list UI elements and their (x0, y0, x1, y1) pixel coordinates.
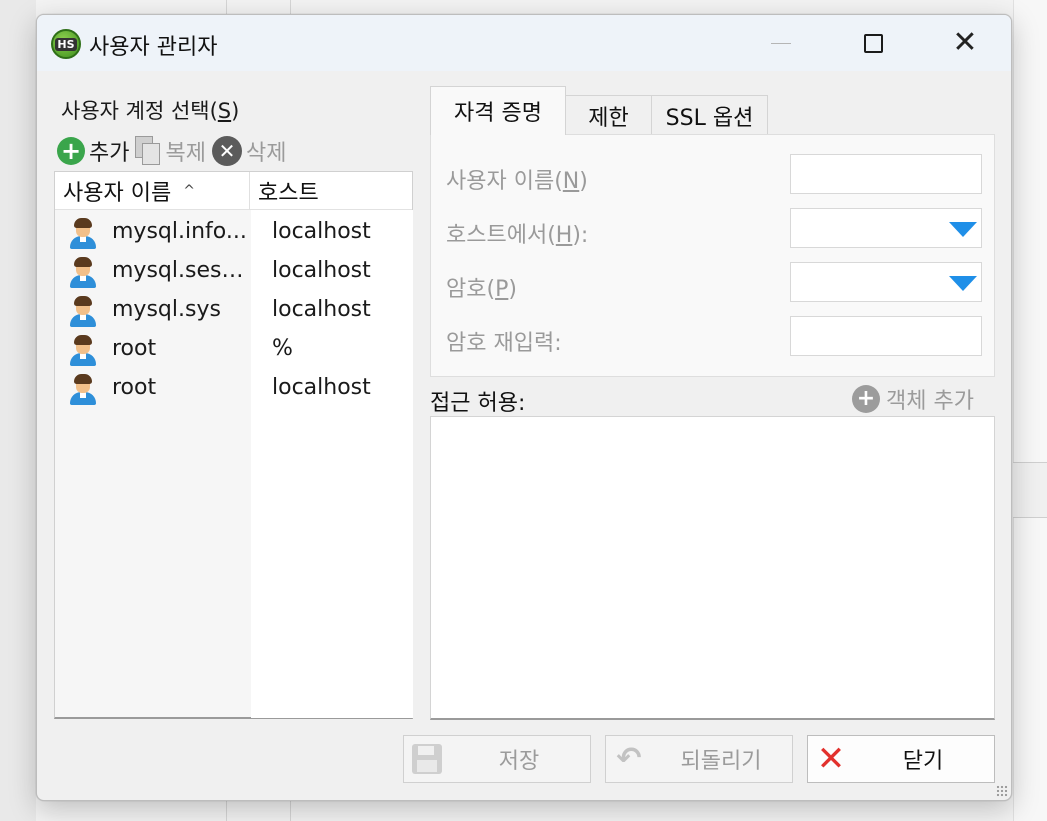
maximize-button[interactable] (827, 15, 919, 71)
background-right-box (1013, 462, 1047, 518)
undo-icon: ↶ (616, 741, 642, 776)
minimize-icon (771, 42, 791, 44)
save-button[interactable]: 저장 (403, 735, 591, 783)
close-window-button[interactable]: ✕ (919, 15, 1011, 71)
dropdown-arrow-icon (949, 276, 977, 291)
app-logo-icon: HS (51, 29, 81, 59)
password-dropdown[interactable] (790, 262, 982, 302)
user-host: localhost (272, 219, 371, 244)
tab-limits[interactable]: 제한 (566, 95, 652, 135)
host-label: 호스트에서(H): (446, 223, 589, 248)
user-host: localhost (272, 375, 371, 400)
host-dropdown[interactable] (790, 208, 982, 248)
user-name: mysql.info... (112, 219, 247, 244)
confirm-password-label: 암호 재입력: (446, 331, 562, 356)
close-button[interactable]: ✕ 닫기 (807, 735, 995, 783)
user-icon (68, 373, 98, 405)
maximize-icon (863, 33, 883, 53)
access-label: 접근 허용: (430, 391, 526, 416)
tab-ssl-options[interactable]: SSL 옵션 (651, 95, 768, 135)
password-label: 암호(P) (446, 277, 517, 302)
user-manager-dialog: HS 사용자 관리자 ✕ 사용자 계정 선택(S) + 추가 복제 ✕ 삭제 사… (36, 14, 1012, 801)
user-row[interactable]: mysql.sys localhost (55, 292, 412, 331)
column-header-host[interactable]: 호스트 (250, 172, 413, 210)
user-row[interactable]: root % (55, 331, 412, 370)
dropdown-arrow-icon (949, 222, 977, 237)
user-name: mysql.sys (112, 297, 221, 322)
credentials-panel: 사용자 이름(N) 호스트에서(H): 암호(P) 암호 재입력: (430, 134, 995, 377)
user-list-header: 사용자 이름 ^ 호스트 (55, 172, 412, 210)
user-rows: mysql.info... localhost mysql.sessi... l… (55, 214, 412, 409)
user-list[interactable]: 사용자 이름 ^ 호스트 mysql.info... localhost mysq… (54, 171, 413, 719)
user-icon (68, 217, 98, 249)
minimize-button[interactable] (735, 15, 827, 71)
user-name: root (112, 336, 157, 361)
add-user-button[interactable]: + 추가 (57, 135, 129, 167)
user-toolbar: + 추가 복제 ✕ 삭제 (57, 134, 292, 168)
user-name: root (112, 375, 157, 400)
confirm-password-input[interactable] (790, 316, 982, 356)
plus-icon: + (57, 137, 85, 165)
plus-icon: + (852, 385, 880, 413)
close-icon: ✕ (952, 25, 978, 60)
tab-credentials[interactable]: 자격 증명 (430, 86, 566, 135)
user-icon (68, 334, 98, 366)
user-host: localhost (272, 258, 371, 283)
copy-icon (135, 136, 161, 166)
delete-icon: ✕ (211, 136, 242, 166)
user-icon (68, 295, 98, 327)
column-header-username[interactable]: 사용자 이름 ^ (55, 172, 250, 210)
add-object-button[interactable]: + 객체 추가 (852, 383, 974, 415)
username-input[interactable] (790, 154, 982, 194)
username-label: 사용자 이름(N) (446, 169, 588, 194)
clone-user-button[interactable]: 복제 (135, 135, 206, 167)
revert-button[interactable]: ↶ 되돌리기 (605, 735, 793, 783)
user-name: mysql.sessi... (112, 258, 250, 283)
window-title: 사용자 관리자 (89, 35, 218, 60)
title-bar[interactable]: HS 사용자 관리자 ✕ (37, 15, 1011, 71)
resize-grip-icon[interactable] (996, 785, 1008, 797)
access-list[interactable] (430, 416, 995, 720)
user-account-label: 사용자 계정 선택(S) (61, 99, 240, 123)
background-right-panel (1013, 0, 1047, 821)
user-row[interactable]: mysql.info... localhost (55, 214, 412, 253)
user-host: localhost (272, 297, 371, 322)
user-row[interactable]: root localhost (55, 370, 412, 409)
red-x-icon: ✕ (816, 739, 846, 779)
background-left-strip (0, 0, 36, 821)
save-icon (410, 742, 444, 776)
user-host: % (272, 336, 293, 361)
user-row[interactable]: mysql.sessi... localhost (55, 253, 412, 292)
delete-user-button[interactable]: ✕ 삭제 (211, 135, 286, 167)
user-icon (68, 256, 98, 288)
sort-ascending-icon: ^ (183, 183, 195, 199)
